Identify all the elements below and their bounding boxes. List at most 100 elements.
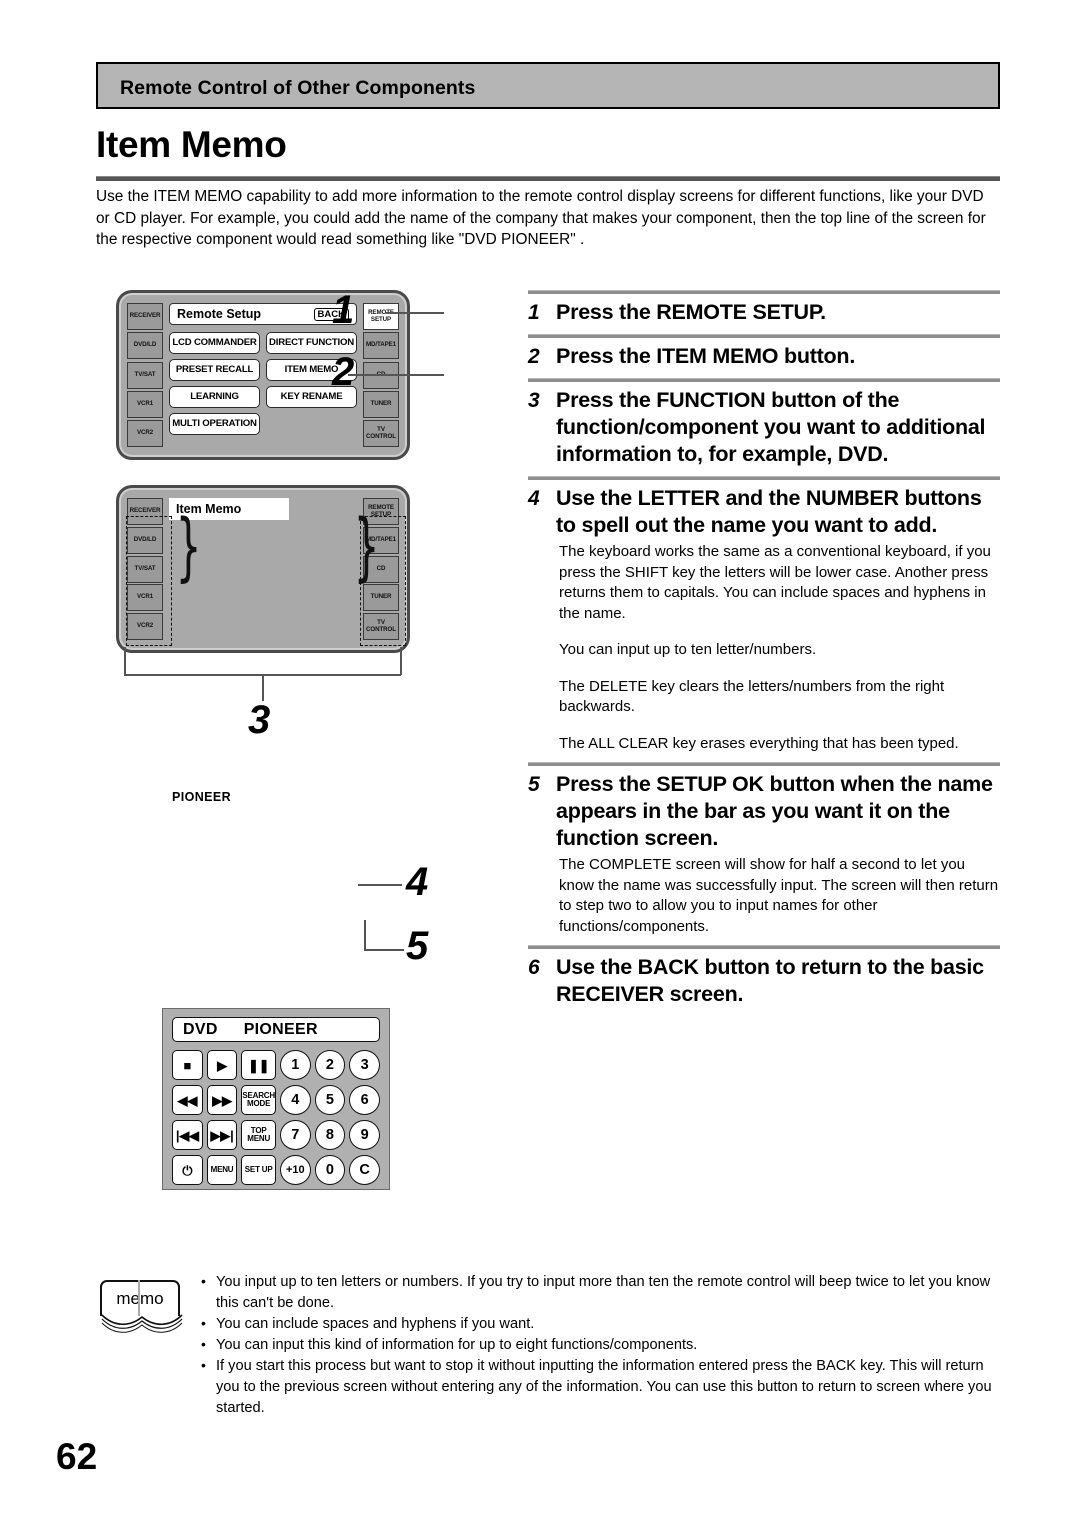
step-2: 2 Press the ITEM MEMO button. <box>528 338 1000 378</box>
intro-paragraph: Use the ITEM MEMO capability to add more… <box>96 188 986 248</box>
side-key-tuner[interactable]: TUNER <box>363 390 399 418</box>
number-button-8[interactable]: 8 <box>314 1120 346 1150</box>
callout-number-2: 2 <box>332 350 355 394</box>
callout-number-5: 5 <box>406 924 429 968</box>
memo-list-item: You input up to ten letters or numbers. … <box>199 1271 1000 1314</box>
number-button-2[interactable]: 2 <box>314 1050 346 1080</box>
number-button-6[interactable]: 6 <box>349 1085 380 1115</box>
plus-ten-button[interactable]: +10 <box>279 1155 311 1185</box>
side-key-tv-sat[interactable]: TV/SAT <box>127 361 163 389</box>
remote-setup-title-bar: Remote Setup BACK <box>169 303 357 325</box>
dvd-keypad: ■ ▶ ❚❚ 1 2 3 ◀◀ ▶▶ SEARCH MODE 4 5 6 |◀◀… <box>172 1050 380 1185</box>
callout-number-4: 4 <box>406 860 429 904</box>
top-menu-button[interactable]: TOP MENU <box>241 1120 276 1150</box>
instructions-column: 1 Press the REMOTE SETUP. 2 Press the IT… <box>528 290 1000 1016</box>
next-track-button[interactable]: ▶▶| <box>206 1120 238 1150</box>
power-button[interactable]: ⏻ <box>172 1155 203 1185</box>
leader-line-callout-4 <box>358 884 402 886</box>
memo-book-icon: memo <box>96 1280 184 1333</box>
item-memo-diagram: RECEIVER DVD/LD TV/SAT VCR1 VCR2 Item Me… <box>116 485 410 653</box>
remote-setup-screen-title: Remote Setup <box>177 307 262 321</box>
step-5-head: 5 Press the SETUP OK button when the nam… <box>528 771 1000 852</box>
step-3-head: 3 Press the FUNCTION button of the funct… <box>528 387 1000 468</box>
set-up-button[interactable]: SET UP <box>241 1155 276 1185</box>
memo-list: You input up to ten letters or numbers. … <box>199 1271 1000 1419</box>
side-key-dvd-ld[interactable]: DVD/LD <box>127 332 163 360</box>
rewind-button[interactable]: ◀◀ <box>172 1085 203 1115</box>
step-4-paragraph-2: You can input up to ten letter/numbers. <box>559 641 817 658</box>
side-key-md-tape1[interactable]: MD/TAPE1 <box>363 332 399 360</box>
side-key-receiver[interactable]: RECEIVER <box>127 498 163 525</box>
memo-icon-label: memo <box>100 1280 180 1316</box>
menu-btn-lcd-commander[interactable]: LCD COMMANDER <box>169 332 260 354</box>
number-button-0[interactable]: 0 <box>314 1155 346 1185</box>
previous-track-button[interactable]: |◀◀ <box>172 1120 203 1150</box>
side-key-vcr2[interactable]: VCR2 <box>127 420 163 447</box>
pause-button[interactable]: ❚❚ <box>241 1050 276 1080</box>
step-3-heading: Press the FUNCTION button of the functio… <box>556 388 986 466</box>
step-4-paragraph-1: The keyboard works the same as a convent… <box>559 543 991 622</box>
side-key-receiver[interactable]: RECEIVER <box>127 303 163 330</box>
side-key-tv-sat[interactable]: TV/SAT <box>127 555 163 583</box>
leader-line-callout-2 <box>348 374 444 376</box>
menu-btn-preset-recall[interactable]: PRESET RECALL <box>169 359 260 381</box>
fast-forward-button[interactable]: ▶▶ <box>206 1085 238 1115</box>
step-5: 5 Press the SETUP OK button when the nam… <box>528 766 1000 945</box>
number-button-3[interactable]: 3 <box>349 1050 380 1080</box>
side-key-vcr1[interactable]: VCR1 <box>127 584 163 612</box>
step-5-heading: Press the SETUP OK button when the name … <box>556 772 993 850</box>
play-button[interactable]: ▶ <box>206 1050 238 1080</box>
search-mode-button[interactable]: SEARCH MODE <box>241 1085 276 1115</box>
number-button-1[interactable]: 1 <box>279 1050 311 1080</box>
step-2-heading: Press the ITEM MEMO button. <box>556 344 856 368</box>
menu-button[interactable]: MENU <box>206 1155 238 1185</box>
dvd-remote-diagram: DVD PIONEER ■ ▶ ❚❚ 1 2 3 ◀◀ ▶▶ SEARCH MO… <box>162 1008 390 1190</box>
menu-btn-learning[interactable]: LEARNING <box>169 386 260 408</box>
section-header-title: Remote Control of Other Components <box>120 77 476 99</box>
number-button-4[interactable]: 4 <box>279 1085 311 1115</box>
dvd-display-function-label: DVD <box>183 1020 218 1038</box>
illustration-column: RECEIVER DVD/LD TV/SAT VCR1 VCR2 Remote … <box>96 288 496 1210</box>
side-key-vcr2[interactable]: VCR2 <box>127 613 163 640</box>
step-4-body: The keyboard works the same as a convent… <box>559 542 1000 754</box>
page-number: 62 <box>56 1436 98 1477</box>
step-4-head: 4 Use the LETTER and the NUMBER buttons … <box>528 485 1000 539</box>
menu-btn-empty-slot <box>266 413 357 435</box>
remote-setup-left-keys: RECEIVER DVD/LD TV/SAT VCR1 VCR2 <box>127 301 163 449</box>
step-4-number: 4 <box>528 487 540 510</box>
memo-block: memo You input up to ten letters or numb… <box>96 1271 1000 1419</box>
side-key-tv-control[interactable]: TV CONTROL <box>363 420 399 447</box>
memo-icon-pages <box>101 1314 183 1333</box>
number-button-5[interactable]: 5 <box>314 1085 346 1115</box>
step-5-number: 5 <box>528 773 540 796</box>
page-title: Item Memo <box>96 124 287 165</box>
leader-vline-3-right <box>400 647 402 675</box>
stop-button[interactable]: ■ <box>172 1050 203 1080</box>
step-6: 6 Use the BACK button to return to the b… <box>528 949 1000 1016</box>
step-1-head: 1 Press the REMOTE SETUP. <box>528 299 1000 326</box>
step-1-number: 1 <box>528 301 540 324</box>
title-underline-rule <box>96 176 1000 181</box>
side-key-vcr1[interactable]: VCR1 <box>127 390 163 418</box>
side-key-dvd-ld[interactable]: DVD/LD <box>127 526 163 554</box>
menu-btn-multi-operation[interactable]: MULTI OPERATION <box>169 413 260 435</box>
remote-setup-menu-grid: LCD COMMANDER DIRECT FUNCTION PRESET REC… <box>169 332 357 435</box>
clear-button[interactable]: C <box>349 1155 380 1185</box>
step-5-paragraph-1: The COMPLETE screen will show for half a… <box>559 856 999 935</box>
step-2-head: 2 Press the ITEM MEMO button. <box>528 343 1000 370</box>
number-button-9[interactable]: 9 <box>349 1120 380 1150</box>
memo-list-item: You can include spaces and hyphens if yo… <box>199 1313 1000 1335</box>
brace-right-icon: } <box>353 504 380 590</box>
step-6-heading: Use the BACK button to return to the bas… <box>556 955 984 1006</box>
step-4-heading: Use the LETTER and the NUMBER buttons to… <box>556 486 982 537</box>
side-key-remote-setup[interactable]: REMOTE SETUP <box>363 303 399 330</box>
step-6-number: 6 <box>528 956 540 979</box>
step-6-head: 6 Use the BACK button to return to the b… <box>528 954 1000 1008</box>
step-3: 3 Press the FUNCTION button of the funct… <box>528 382 1000 476</box>
side-key-tv-control[interactable]: TV CONTROL <box>363 613 399 640</box>
dvd-display-bar: DVD PIONEER <box>172 1017 380 1042</box>
number-button-7[interactable]: 7 <box>279 1120 311 1150</box>
step-2-number: 2 <box>528 345 540 368</box>
leader-line-callout-1 <box>386 312 444 314</box>
leader-line-callout-5 <box>364 949 404 951</box>
